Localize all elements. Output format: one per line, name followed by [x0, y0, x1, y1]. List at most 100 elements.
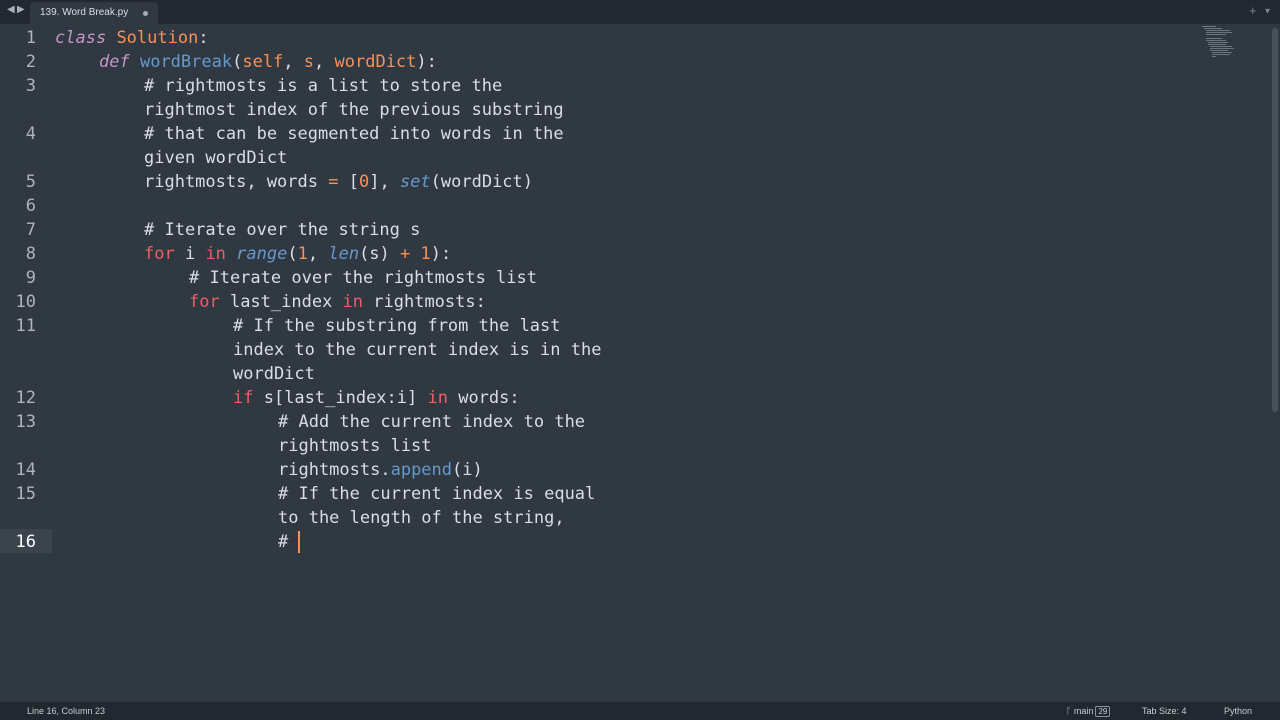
code-text: (: [287, 244, 298, 264]
tab-overflow-icon[interactable]: ▾: [1265, 6, 1270, 17]
tab-title: 139. Word Break.py: [40, 7, 129, 18]
keyword: def: [99, 52, 130, 72]
code-text: rightmosts.: [278, 460, 391, 480]
tab-word-break[interactable]: 139. Word Break.py: [30, 2, 158, 24]
code-text: s[last_index:i]: [253, 388, 428, 408]
code-text: last_index: [219, 292, 343, 312]
number: 0: [358, 172, 370, 192]
line-number: 10: [15, 292, 36, 312]
param: self: [242, 52, 284, 72]
code-line: for i in range(1, len(s) + 1):: [144, 242, 451, 266]
comment: wordDict: [233, 364, 315, 384]
keyword: in: [342, 292, 364, 312]
line-number: 4: [25, 124, 36, 144]
git-branch-icon: ᚴ: [1066, 706, 1072, 716]
code-text: [: [338, 172, 359, 192]
minimap[interactable]: [1200, 26, 1236, 58]
text-cursor: [298, 531, 300, 553]
line-number: 13: [15, 412, 36, 432]
number: 1: [420, 244, 431, 264]
code-line: if s[last_index:i] in words:: [233, 386, 520, 410]
line-number: 6: [25, 196, 36, 216]
line-number: 15: [15, 484, 36, 504]
punct: ,: [283, 52, 304, 72]
git-branch[interactable]: ᚴ main 29: [1066, 706, 1111, 717]
comment: # rightmosts is a list to store the: [144, 76, 503, 96]
code-text: ,: [307, 244, 329, 264]
branch-count-badge: 29: [1095, 706, 1111, 717]
comment-active: #: [278, 532, 299, 552]
branch-name: main: [1073, 706, 1094, 716]
line-number: 14: [15, 460, 36, 480]
line-number: 1: [25, 28, 36, 48]
code-text: i: [174, 244, 206, 264]
new-tab-icon[interactable]: +: [1249, 3, 1257, 18]
line-number: 2: [25, 52, 36, 72]
tab-size[interactable]: Tab Size: 4: [1142, 706, 1187, 716]
code-line: def wordBreak(self, s, wordDict):: [99, 50, 437, 74]
punct: :: [198, 28, 209, 48]
line-number: 8: [25, 244, 36, 264]
builtin: range: [236, 244, 288, 264]
line-number-active: 16: [15, 532, 36, 552]
param: s: [303, 52, 315, 72]
punct: ):: [416, 52, 437, 72]
line-number: 3: [25, 76, 36, 96]
status-bar: Line 16, Column 23 ᚴ main 29 Tab Size: 4 …: [0, 702, 1280, 720]
comment: rightmost index of the previous substrin…: [144, 100, 564, 120]
builtin: len: [328, 244, 360, 264]
param: wordDict: [334, 52, 417, 72]
comment: # that can be segmented into words in th…: [144, 124, 564, 144]
comment: # If the substring from the last: [233, 316, 561, 336]
code-text: words:: [447, 388, 520, 408]
tab-bar: ◀ ▶ 139. Word Break.py + ▾: [0, 0, 1280, 24]
line-number: 12: [15, 388, 36, 408]
tab-nav-left-icon[interactable]: ◀: [7, 4, 15, 15]
keyword: for: [189, 292, 220, 312]
operator: =: [328, 172, 339, 192]
line-number: 5: [25, 172, 36, 192]
tab-modified-dot-icon[interactable]: [143, 11, 148, 16]
keyword: class: [55, 28, 107, 48]
keyword: in: [205, 244, 226, 264]
comment: # Add the current index to the: [278, 412, 586, 432]
code-line: for last_index in rightmosts:: [189, 290, 486, 314]
comment: # Iterate over the string s: [144, 220, 421, 240]
comment: given wordDict: [144, 148, 288, 168]
keyword: for: [144, 244, 175, 264]
code-text: ):: [430, 244, 452, 264]
punct: ,: [314, 52, 335, 72]
code-text: rightmosts, words: [144, 172, 329, 192]
comment: to the length of the string,: [278, 508, 565, 528]
tab-nav-right-icon[interactable]: ▶: [17, 4, 25, 15]
cursor-position[interactable]: Line 16, Column 23: [27, 706, 105, 716]
comment: index to the current index is in the: [233, 340, 602, 360]
code-text: rightmosts:: [363, 292, 486, 312]
class-name: Solution: [116, 28, 199, 48]
code-text: (s): [359, 244, 401, 264]
comment: # If the current index is equal: [278, 484, 596, 504]
builtin: set: [399, 172, 431, 192]
syntax-mode[interactable]: Python: [1224, 706, 1252, 716]
comment: rightmosts list: [278, 436, 432, 456]
code-line: rightmosts, words = [0], set(wordDict): [144, 170, 533, 194]
method-name: append: [390, 460, 453, 480]
code-text: (i): [452, 460, 483, 480]
code-text: ],: [369, 172, 400, 192]
number: 1: [297, 244, 308, 264]
operator: +: [400, 244, 411, 264]
code-line: class Solution:: [55, 26, 209, 50]
keyword: if: [233, 388, 254, 408]
punct: (: [232, 52, 243, 72]
keyword: in: [427, 388, 448, 408]
vertical-scrollbar[interactable]: [1272, 28, 1278, 412]
line-number: 7: [25, 220, 36, 240]
line-number: 11: [15, 316, 36, 336]
function-name: wordBreak: [139, 52, 233, 72]
comment: # Iterate over the rightmosts list: [189, 268, 537, 288]
line-number: 9: [25, 268, 36, 288]
code-line: rightmosts.append(i): [278, 458, 483, 482]
code-text: (wordDict): [430, 172, 534, 192]
